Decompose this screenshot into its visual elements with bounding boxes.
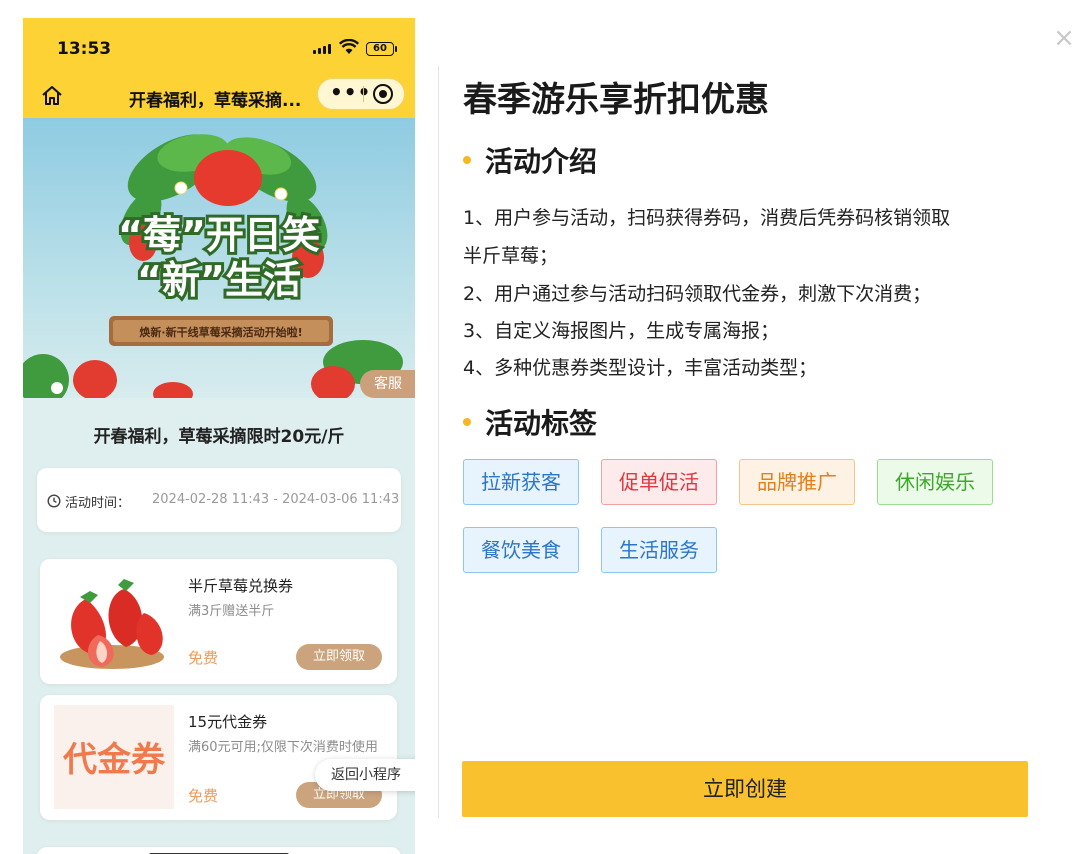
capsule-menu: •••: [317, 78, 405, 110]
create-now-button[interactable]: 立即创建: [462, 761, 1028, 817]
coupon-card: 半斤草莓兑换券 满3斤赠送半斤 免费 立即领取: [40, 559, 397, 684]
coupon-desc: 满60元可用;仅限下次消费时使用: [188, 740, 378, 755]
wifi-icon: [339, 39, 359, 54]
nav-title: 开春福利，草莓采摘...: [129, 91, 302, 111]
clock-icon: [47, 494, 61, 508]
intro-line: 2、用户通过参与活动扫码领取代金券，刺激下次消费；: [463, 283, 932, 305]
tag-item: 餐饮美食: [463, 527, 579, 573]
coupon-price: 免费: [188, 649, 219, 667]
tag-item: 促单促活: [601, 459, 717, 505]
tags-heading-text: 活动标签: [485, 407, 598, 440]
coupon-title: 半斤草莓兑换券: [188, 577, 294, 595]
activity-time-label: 活动时间：: [65, 496, 131, 511]
voucher-image-text: 代金券: [62, 740, 166, 780]
coupon-price: 免费: [188, 787, 219, 805]
capsule-divider: [363, 86, 364, 102]
coupon-desc: 满3斤赠送半斤: [188, 604, 275, 619]
claim-button[interactable]: 立即领取: [296, 644, 382, 670]
close-icon[interactable]: ×: [1052, 25, 1076, 51]
intro-line: 1、用户参与活动，扫码获得券码，消费后凭券码核销领取: [463, 207, 951, 229]
activity-title: 春季游乐享折扣优惠: [463, 80, 769, 120]
status-bar: 13:53 60: [23, 18, 415, 80]
tag-item: 休闲娱乐: [877, 459, 993, 505]
tag-item: 生活服务: [601, 527, 717, 573]
banner-plaque-text: 焕新·新干线草莓采摘活动开始啦!: [139, 325, 302, 339]
battery-tip: [395, 46, 397, 52]
battery-icon: 60: [366, 42, 394, 56]
strawberry-image: [60, 579, 164, 669]
signal-icon: [313, 44, 331, 54]
miniprogram-close-icon[interactable]: [373, 84, 393, 104]
phone-preview: 13:53 60 开春福利，草莓采摘... ••• “莓”开日笑 “新”生活 焕…: [23, 18, 415, 854]
mini-program-navbar: 开春福利，草莓采摘... •••: [23, 76, 415, 118]
more-icon[interactable]: •••: [330, 79, 370, 109]
activity-banner: “莓”开日笑 “新”生活 焕新·新干线草莓采摘活动开始啦!: [23, 118, 415, 398]
intro-line: 4、多种优惠券类型设计，丰富活动类型；: [463, 357, 818, 379]
bullet-dot: [463, 156, 471, 164]
customer-service-button[interactable]: 客服: [360, 370, 415, 398]
coupon-card: 代金券 15元代金券 满60元可用;仅限下次消费时使用 免费 立即领取: [40, 695, 397, 820]
banner-line1: “莓”开日笑: [118, 213, 320, 257]
activity-time-card: 活动时间： 2024-02-28 11:43 - 2024-03-06 11:4…: [37, 468, 401, 532]
panel-divider: [438, 66, 439, 818]
intro-heading-text: 活动介绍: [485, 145, 598, 178]
status-time: 13:53: [57, 39, 112, 59]
intro-heading: 活动介绍: [463, 140, 597, 180]
bullet-dot: [463, 418, 471, 426]
banner-illustration: “莓”开日笑 “新”生活 焕新·新干线草莓采摘活动开始啦!: [23, 134, 403, 398]
voucher-image: 代金券: [54, 705, 174, 809]
tag-item: 品牌推广: [739, 459, 855, 505]
activity-headline: 开春福利，草莓采摘限时20元/斤: [93, 427, 345, 447]
banner-line2: “新”生活: [137, 258, 301, 302]
tag-item: 拉新获客: [463, 459, 579, 505]
intro-line: 半斤草莓；: [463, 245, 559, 267]
coupon-title: 15元代金券: [188, 713, 268, 731]
intro-line: 3、自定义海报图片，生成专属海报；: [463, 320, 780, 342]
tags-heading: 活动标签: [463, 402, 597, 442]
activity-time-value: 2024-02-28 11:43 - 2024-03-06 11:43: [152, 492, 400, 507]
back-to-miniprogram-button[interactable]: 返回小程序: [315, 759, 415, 791]
coupon-card-partial: [37, 847, 401, 854]
home-icon[interactable]: [40, 84, 64, 108]
